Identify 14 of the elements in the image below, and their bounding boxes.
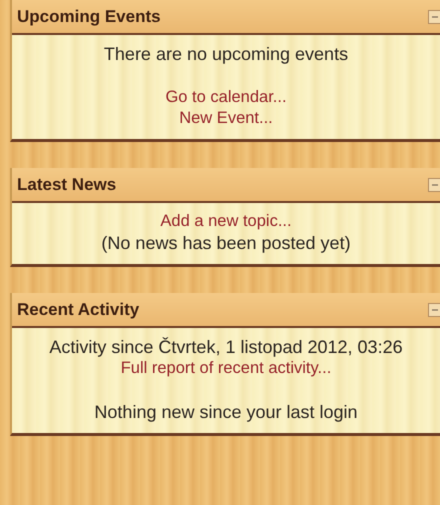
link[interactable]: Go to calendar...: [165, 87, 287, 108]
collapse-button[interactable]: [428, 178, 440, 192]
message-text: There are no upcoming events: [104, 43, 348, 65]
message-text: (No news has been posted yet): [101, 232, 351, 254]
block-title: Upcoming Events: [17, 6, 161, 26]
link[interactable]: New Event...: [179, 108, 273, 129]
message-text: Activity since Čtvrtek, 1 listopad 2012, 03:26: [49, 336, 403, 358]
link[interactable]: Add a new topic...: [160, 211, 292, 232]
message-text: Nothing new since your last login: [94, 401, 358, 423]
collapse-button[interactable]: [428, 10, 440, 24]
collapse-button[interactable]: [428, 302, 440, 316]
block-title: Recent Activity: [17, 300, 140, 320]
block-title: Latest News: [17, 174, 116, 194]
link[interactable]: Full report of recent activity...: [120, 358, 332, 379]
